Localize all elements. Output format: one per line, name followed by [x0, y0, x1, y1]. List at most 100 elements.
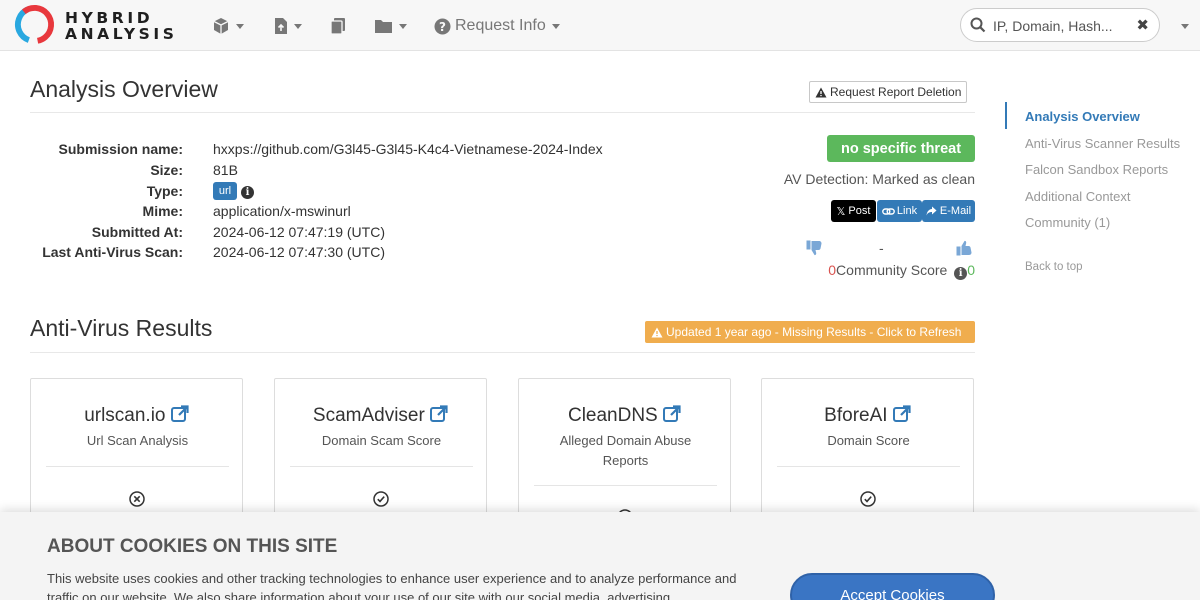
- card-divider: [290, 466, 473, 467]
- av-card-description: Url Scan Analysis: [86, 433, 189, 448]
- share-post-button[interactable]: 𝕏 Post: [831, 200, 876, 222]
- logo-text-line2: ANALYSIS: [65, 25, 178, 43]
- cookie-banner-title: ABOUT COOKIES ON THIS SITE: [47, 536, 338, 557]
- chevron-down-icon: [551, 23, 560, 29]
- av-card-title[interactable]: urlscan.io: [31, 405, 242, 427]
- nav-request-info-menu[interactable]: ? Request Info: [434, 14, 560, 38]
- external-link-icon: [892, 405, 911, 422]
- sidebar-item-analysis-overview[interactable]: Analysis Overview: [1025, 109, 1140, 124]
- nav-request-info-label: Request Info: [455, 17, 546, 34]
- thumbs-up-icon[interactable]: [956, 240, 973, 256]
- refresh-results-label: Updated 1 year ago - Missing Results - C…: [666, 325, 962, 339]
- submission-name-label: Submission name:: [58, 141, 183, 157]
- share-link-button[interactable]: Link: [877, 200, 922, 222]
- av-detection-status: AV Detection: Marked as clean: [783, 171, 975, 187]
- search-input[interactable]: [993, 16, 1133, 36]
- thumbs-down-icon[interactable]: [806, 240, 823, 256]
- av-card-description: Domain Scam Score: [321, 433, 442, 448]
- share-post-label: Post: [848, 205, 871, 217]
- sidebar-item-additional-context[interactable]: Additional Context: [1025, 189, 1131, 204]
- accept-cookies-button[interactable]: Accept Cookies: [790, 573, 995, 600]
- info-icon[interactable]: i: [241, 186, 254, 199]
- community-positive-count: 0: [967, 262, 975, 278]
- mime-label: Mime:: [142, 203, 183, 219]
- share-link-label: Link: [896, 205, 918, 217]
- circle-check-icon: [373, 491, 389, 507]
- card-divider: [534, 485, 717, 486]
- submitted-at-label: Submitted At:: [91, 224, 183, 240]
- type-url-badge[interactable]: url: [213, 182, 237, 200]
- av-card-description: Alleged Domain Abuse Reports: [559, 433, 692, 468]
- chevron-down-icon: [236, 23, 244, 29]
- cube-icon: [213, 18, 229, 34]
- threat-level-badge: no specific threat: [827, 135, 975, 162]
- submission-name-value: hxxps://github.com/G3l45-G3l45-K4c4-Viet…: [213, 141, 603, 157]
- size-value: 81B: [213, 162, 238, 178]
- circle-check-icon: [860, 491, 876, 507]
- nav-submit-file-menu[interactable]: [212, 14, 244, 38]
- section-divider: [30, 112, 975, 113]
- av-card-title[interactable]: BforeAI: [762, 405, 973, 427]
- warning-icon: [815, 87, 827, 97]
- hybrid-analysis-logo[interactable]: HYBRID ANALYSIS: [14, 4, 184, 46]
- card-divider: [777, 466, 960, 467]
- community-info-icon[interactable]: i: [954, 267, 968, 280]
- svg-text:?: ?: [439, 19, 446, 33]
- file-upload-icon: [275, 18, 287, 34]
- logo-text-line1: HYBRID: [65, 9, 154, 27]
- external-link-icon: [663, 405, 681, 422]
- av-card-name: ScamAdviser: [312, 405, 425, 426]
- external-link-icon: [170, 405, 189, 422]
- cookie-banner-text: This website uses cookies and other trac…: [47, 571, 737, 600]
- cookie-consent-banner: ABOUT COOKIES ON THIS SITE This website …: [0, 512, 1200, 600]
- question-circle-icon: ?: [434, 18, 451, 34]
- request-report-deletion-button[interactable]: Request Report Deletion: [809, 81, 968, 103]
- size-label: Size:: [150, 162, 183, 178]
- sidebar-item-community[interactable]: Community (1): [1025, 215, 1110, 230]
- circle-x-icon: [129, 491, 145, 507]
- share-email-label: E-Mail: [939, 205, 972, 217]
- warning-icon: [651, 327, 663, 337]
- chevron-down-icon: [399, 23, 407, 29]
- refresh-results-banner[interactable]: Updated 1 year ago - Missing Results - C…: [645, 321, 975, 343]
- submitted-at-value: 2024-06-12 07:47:19 (UTC): [213, 224, 385, 240]
- logo-ring-icon: [14, 4, 55, 45]
- mime-value: application/x-mswinurl: [213, 203, 351, 219]
- top-navbar: HYBRID ANALYSIS ? Request Info ✖: [0, 0, 1200, 51]
- share-arrow-icon: [926, 206, 937, 216]
- link-icon: [882, 207, 895, 215]
- request-report-deletion-label: Request Report Deletion: [830, 85, 962, 99]
- last-av-scan-label: Last Anti-Virus Scan:: [42, 244, 183, 260]
- sidebar-item-falcon-sandbox-reports[interactable]: Falcon Sandbox Reports: [1025, 162, 1168, 177]
- nav-compare-button[interactable]: [330, 14, 346, 38]
- av-card-description: Domain Score: [827, 433, 910, 448]
- share-email-button[interactable]: E-Mail: [922, 200, 975, 222]
- sidebar-item-anti-virus-scanner-results[interactable]: Anti-Virus Scanner Results: [1025, 136, 1180, 151]
- search-icon: [970, 17, 986, 33]
- anti-virus-results-title: Anti-Virus Results: [30, 315, 213, 341]
- last-av-scan-value: 2024-06-12 07:47:30 (UTC): [213, 244, 385, 260]
- av-card-name: BforeAI: [824, 405, 888, 426]
- av-card-title[interactable]: CleanDNS: [519, 405, 730, 427]
- av-card-name: urlscan.io: [84, 405, 166, 426]
- copy-icon: [330, 18, 345, 35]
- type-label: Type:: [146, 183, 183, 199]
- search-box: ✖: [960, 8, 1160, 42]
- community-score-label: Community Score: [836, 262, 948, 278]
- nav-file-upload-menu[interactable]: [274, 14, 302, 38]
- back-to-top-link[interactable]: Back to top: [1025, 261, 1083, 273]
- vote-separator: -: [879, 240, 884, 256]
- av-card-title[interactable]: ScamAdviser: [275, 405, 486, 427]
- chevron-down-icon: [294, 23, 302, 29]
- clear-search-icon[interactable]: ✖: [1136, 18, 1149, 33]
- user-menu-chevron-down-icon[interactable]: [1181, 24, 1189, 29]
- community-score-line: 0Community Score i0: [700, 262, 975, 280]
- external-link-icon: [430, 405, 448, 422]
- logo-text: HYBRID ANALYSIS: [65, 10, 178, 42]
- folder-icon: [375, 20, 392, 33]
- analysis-overview-title: Analysis Overview: [30, 76, 218, 102]
- x-logo-icon: 𝕏: [836, 205, 846, 218]
- community-negative-count: 0: [828, 262, 837, 278]
- av-card-name: CleanDNS: [567, 405, 658, 426]
- nav-collections-menu[interactable]: [374, 14, 407, 38]
